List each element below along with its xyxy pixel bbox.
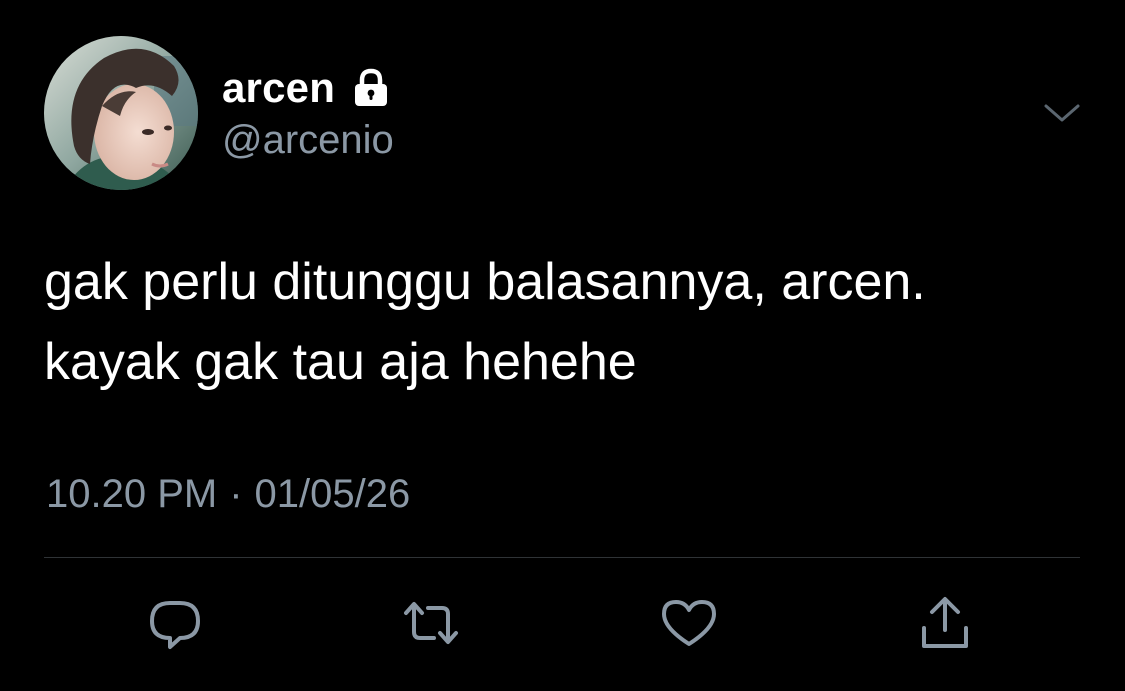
retweet-icon: [404, 602, 458, 644]
avatar-photo: [44, 36, 198, 190]
display-name-row: arcen: [222, 62, 393, 114]
display-name[interactable]: arcen: [222, 64, 335, 112]
divider: [44, 557, 1080, 558]
tweet-text: gak perlu ditunggu balasannya, arcen. ka…: [44, 253, 926, 391]
timestamp-separator: ·: [229, 472, 243, 516]
tweet-time: 10.20 PM: [46, 472, 218, 516]
avatar[interactable]: [44, 36, 198, 190]
tweet: arcen @arcenio gak perlu ditunggu balasa…: [0, 0, 1125, 691]
lock-icon: [355, 68, 388, 106]
share-button[interactable]: [916, 594, 974, 652]
reply-button[interactable]: [146, 594, 204, 652]
share-icon: [922, 597, 968, 648]
timestamp[interactable]: 10.20 PM · 01/05/26: [46, 472, 410, 517]
retweet-button[interactable]: [402, 594, 460, 652]
chevron-down-icon[interactable]: [1040, 92, 1084, 136]
user-handle[interactable]: @arcenio: [222, 118, 394, 163]
like-icon: [662, 600, 716, 646]
tweet-date: 01/05/26: [254, 472, 411, 516]
like-button[interactable]: [660, 594, 718, 652]
reply-icon: [150, 601, 200, 649]
